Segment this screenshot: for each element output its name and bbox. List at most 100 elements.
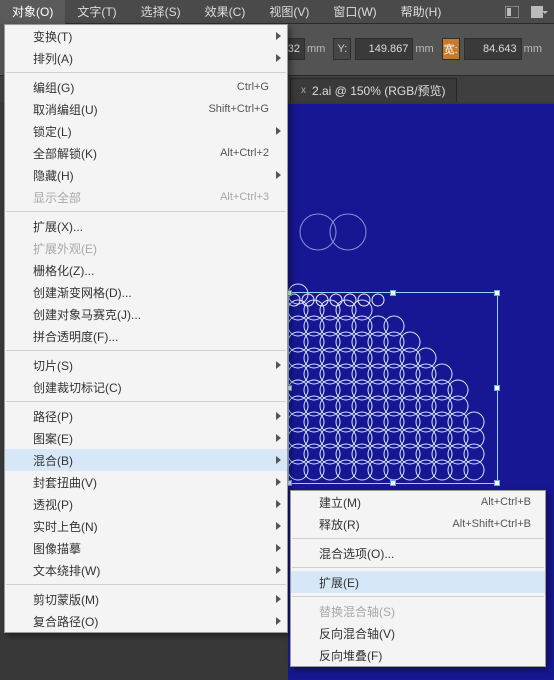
chevron-right-icon: [276, 434, 281, 442]
y-value[interactable]: 149.867: [355, 38, 413, 60]
menu-item-label: 锁定(L): [33, 123, 72, 140]
object-menu-item[interactable]: 创建渐变网格(D)...: [5, 281, 287, 303]
object-menu-item[interactable]: 取消编组(U) Shift+Ctrl+G: [5, 98, 287, 120]
selection-bounds: [288, 292, 498, 484]
object-menu-item: 扩展外观(E): [5, 237, 287, 259]
shortcut-label: Shift+Ctrl+G: [208, 103, 269, 115]
menu-select[interactable]: 选择(S): [129, 0, 193, 24]
object-menu-item[interactable]: 扩展(X)...: [5, 215, 287, 237]
object-menu-item[interactable]: 排列(A): [5, 47, 287, 69]
menu-item-label: 变换(T): [33, 28, 72, 45]
menu-separator: [292, 538, 544, 539]
menu-separator: [292, 567, 544, 568]
menu-item-label: 隐藏(H): [33, 167, 74, 184]
object-menu-item[interactable]: 切片(S): [5, 354, 287, 376]
close-icon[interactable]: x: [301, 85, 306, 96]
menu-item-label: 路径(P): [33, 408, 73, 425]
blend-submenu-item[interactable]: 建立(M)Alt+Ctrl+B: [291, 491, 545, 513]
blend-submenu-item[interactable]: 反向混合轴(V): [291, 622, 545, 644]
width-unit: mm: [524, 43, 542, 55]
object-menu-item[interactable]: 栅格化(Z)...: [5, 259, 287, 281]
handle-tr[interactable]: [494, 290, 500, 296]
menu-item-label: 创建裁切标记(C): [33, 379, 122, 396]
menu-object[interactable]: 对象(O): [0, 0, 65, 24]
object-menu-item[interactable]: 文本绕排(W): [5, 559, 287, 581]
chevron-right-icon: [276, 522, 281, 530]
chevron-right-icon: [276, 171, 281, 179]
shortcut-label: Alt+Ctrl+B: [481, 496, 531, 508]
menu-item-label: 取消编组(U): [33, 101, 98, 118]
chevron-right-icon: [276, 361, 281, 369]
object-menu-item[interactable]: 图案(E): [5, 427, 287, 449]
chevron-right-icon: [276, 566, 281, 574]
document-tab[interactable]: x 2.ai @ 150% (RGB/预览): [290, 78, 457, 102]
menu-item-label: 文本绕排(W): [33, 562, 100, 579]
menu-help[interactable]: 帮助(H): [389, 0, 454, 24]
object-menu-item[interactable]: 透视(P): [5, 493, 287, 515]
menu-item-label: 创建渐变网格(D)...: [33, 284, 132, 301]
menu-item-label: 创建对象马赛克(J)...: [33, 306, 141, 323]
blend-submenu-item[interactable]: 释放(R)Alt+Shift+Ctrl+B: [291, 513, 545, 535]
object-menu-item[interactable]: 路径(P): [5, 405, 287, 427]
menu-window[interactable]: 窗口(W): [321, 0, 388, 24]
object-menu-item[interactable]: 封套扭曲(V): [5, 471, 287, 493]
menu-item-label: 扩展外观(E): [33, 240, 97, 257]
object-menu-item[interactable]: 混合(B): [5, 449, 287, 471]
menu-item-label: 反向混合轴(V): [319, 625, 395, 642]
chevron-right-icon: [276, 412, 281, 420]
menu-item-label: 全部解锁(K): [33, 145, 97, 162]
shortcut-label: Alt+Ctrl+3: [220, 191, 269, 203]
blend-submenu[interactable]: 建立(M)Alt+Ctrl+B释放(R)Alt+Shift+Ctrl+B 混合选项…: [290, 490, 546, 667]
handle-bm[interactable]: [390, 480, 396, 486]
menu-separator: [6, 401, 286, 402]
x-unit: mm: [307, 43, 325, 55]
object-menu-item[interactable]: 编组(G)Ctrl+G: [5, 76, 287, 98]
chevron-right-icon: [276, 127, 281, 135]
menu-item-label: 反向堆叠(F): [319, 647, 382, 664]
menu-view[interactable]: 视图(V): [257, 0, 321, 24]
blend-submenu-item[interactable]: 反向堆叠(F): [291, 644, 545, 666]
blend-submenu-item[interactable]: 扩展(E): [291, 571, 545, 593]
object-menu-item[interactable]: 创建裁切标记(C): [5, 376, 287, 398]
menu-effect[interactable]: 效果(C): [193, 0, 258, 24]
menu-separator: [6, 584, 286, 585]
menu-bar: 对象(O) 文字(T) 选择(S) 效果(C) 视图(V) 窗口(W) 帮助(H…: [0, 0, 554, 24]
chevron-right-icon: [276, 500, 281, 508]
tab-title: 2.ai @ 150% (RGB/预览): [312, 82, 446, 99]
chevron-right-icon: [276, 544, 281, 552]
y-unit: mm: [415, 43, 433, 55]
object-menu[interactable]: 变换(T) 排列(A) 编组(G)Ctrl+G 取消编组(U) Shift+Ctrl+G…: [4, 24, 288, 633]
layout-icon[interactable]: [500, 2, 524, 22]
menu-item-label: 栅格化(Z)...: [33, 262, 94, 279]
menu-item-label: 拼合透明度(F)...: [33, 328, 118, 345]
chevron-right-icon: [276, 456, 281, 464]
menu-type[interactable]: 文字(T): [65, 0, 128, 24]
object-menu-item[interactable]: 隐藏(H): [5, 164, 287, 186]
chevron-right-icon: [276, 617, 281, 625]
menu-item-label: 扩展(E): [319, 574, 359, 591]
blend-submenu-item[interactable]: 混合选项(O)...: [291, 542, 545, 564]
object-menu-item[interactable]: 创建对象马赛克(J)...: [5, 303, 287, 325]
menu-item-label: 透视(P): [33, 496, 73, 513]
width-label: 宽:: [442, 38, 460, 60]
handle-br[interactable]: [494, 480, 500, 486]
handle-mr[interactable]: [494, 385, 500, 391]
chevron-right-icon: [276, 478, 281, 486]
shortcut-label: Ctrl+G: [237, 81, 269, 93]
menu-item-label: 剪切蒙版(M): [33, 591, 99, 608]
object-menu-item[interactable]: 剪切蒙版(M): [5, 588, 287, 610]
object-menu-item[interactable]: 复合路径(O): [5, 610, 287, 632]
object-menu-item: 显示全部Alt+Ctrl+3: [5, 186, 287, 208]
object-menu-item[interactable]: 图像描摹: [5, 537, 287, 559]
menu-item-label: 图像描摹: [33, 540, 81, 557]
width-value[interactable]: 84.643: [464, 38, 522, 60]
menu-item-label: 扩展(X)...: [33, 218, 83, 235]
handle-tm[interactable]: [390, 290, 396, 296]
object-menu-item[interactable]: 全部解锁(K)Alt+Ctrl+2: [5, 142, 287, 164]
dropdown-icon[interactable]: [528, 2, 552, 22]
object-menu-item[interactable]: 拼合透明度(F)...: [5, 325, 287, 347]
object-menu-item[interactable]: 锁定(L): [5, 120, 287, 142]
object-menu-item[interactable]: 变换(T): [5, 25, 287, 47]
menu-separator: [6, 72, 286, 73]
object-menu-item[interactable]: 实时上色(N): [5, 515, 287, 537]
